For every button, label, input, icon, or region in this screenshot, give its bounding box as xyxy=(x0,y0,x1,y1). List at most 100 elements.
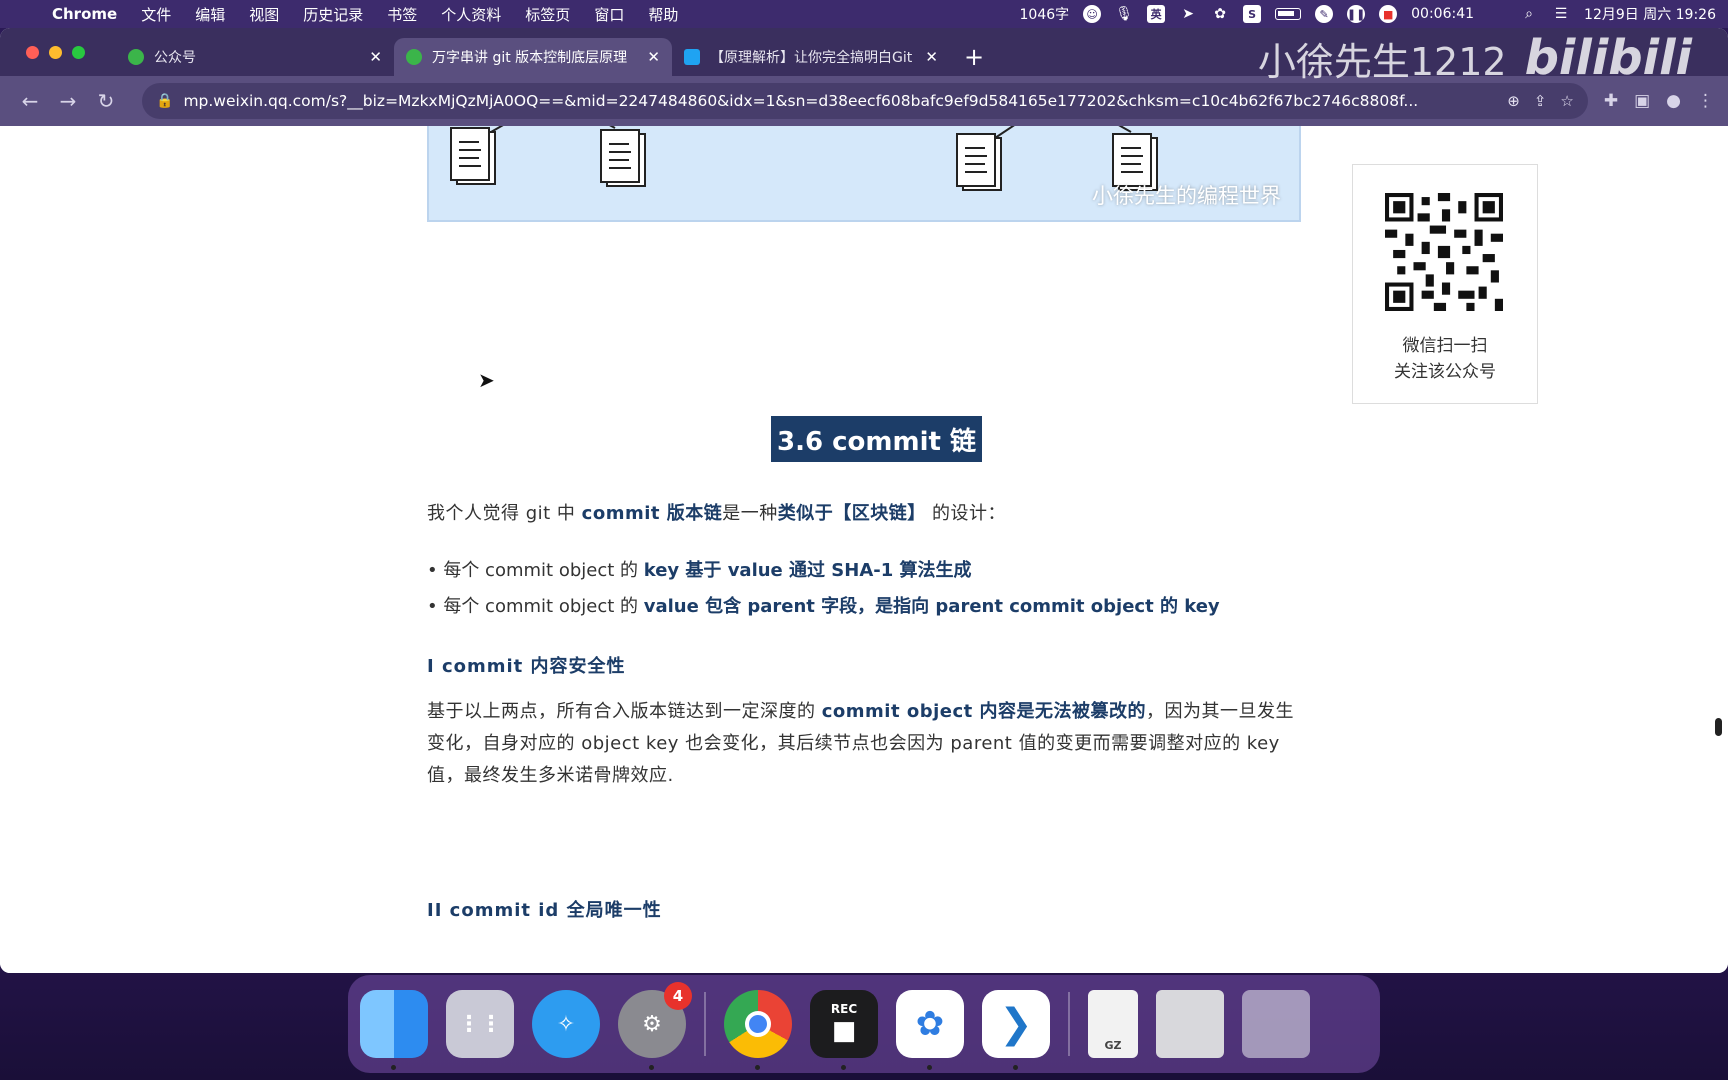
qr-code-card: 微信扫一扫 关注该公众号 xyxy=(1352,164,1538,404)
tab-title: 【原理解析】让你完全搞明白Git xyxy=(710,50,913,66)
bullet1-bold: key 基于 value 通过 SHA-1 算法生成 xyxy=(643,560,972,581)
menu-history[interactable]: 历史记录 xyxy=(303,4,363,25)
video-watermark: 小徐先生1212 bilibili xyxy=(1258,30,1692,86)
extensions-icon[interactable]: ✚ xyxy=(1604,91,1618,111)
wechat-favicon-icon xyxy=(128,49,144,65)
bullet-item-1: • 每个 commit object 的 key 基于 value 通过 SHA… xyxy=(427,556,972,582)
system-settings-icon[interactable]: ⚙ 4 xyxy=(618,982,692,1070)
control-center-icon[interactable]: ☰ xyxy=(1552,5,1570,23)
pen-icon[interactable]: ✎ xyxy=(1315,5,1334,23)
bullet-item-2: • 每个 commit object 的 value 包含 parent 字段，… xyxy=(427,592,1220,618)
send-icon[interactable]: ➤ xyxy=(1179,5,1197,23)
url-text[interactable]: mp.weixin.qq.com/s?__biz=MzkxMjQzMjA0OQ=… xyxy=(183,92,1493,110)
side-panel-icon[interactable]: ▣ xyxy=(1634,91,1650,111)
toolbar-actions: ✚ ▣ ● ⋮ xyxy=(1604,91,1714,111)
subheading-uniqueness: II commit id 全局唯一性 xyxy=(427,900,662,921)
rec-label: REC xyxy=(830,1002,858,1016)
pause-icon[interactable]: ❚❚ xyxy=(1347,5,1365,23)
article-page: 小徐先生的编程世界 微信扫一扫 关注该公众号 ➤ 3.6 commit 链 我个… xyxy=(0,126,1728,973)
zoom-icon[interactable]: ⊕ xyxy=(1507,92,1520,110)
intro-pre: 我个人觉得 git 中 xyxy=(427,503,582,524)
microphone-icon[interactable]: 🎙 xyxy=(1115,5,1133,23)
running-indicator xyxy=(927,1065,932,1070)
vscode-icon[interactable]: ❯ xyxy=(982,990,1050,1070)
clock[interactable]: 12月9日 周六 19:26 xyxy=(1584,4,1716,24)
running-indicator xyxy=(649,1065,654,1070)
share-icon[interactable]: ⇪ xyxy=(1534,92,1547,110)
security-paragraph: 基于以上两点，所有合入版本链达到一定深度的 commit object 内容是无… xyxy=(427,696,1307,792)
wifi-icon[interactable] xyxy=(1488,5,1506,23)
running-indicator xyxy=(841,1065,846,1070)
minimize-window-button[interactable] xyxy=(49,46,62,59)
menu-profiles[interactable]: 个人资料 xyxy=(441,4,501,25)
word-count: 1046字 xyxy=(1019,7,1070,23)
menubar-status-area: 1046字 ☺ 🎙 英 ➤ ✿ S ✎ ❚❚ ■ 00:06:41 ⌕ ☰ 12… xyxy=(1019,4,1716,24)
section-heading: 3.6 commit 链 xyxy=(771,416,982,462)
qr-code-image xyxy=(1385,193,1503,311)
lock-icon[interactable]: 🔒 xyxy=(156,93,173,109)
launchpad-icon[interactable]: ⋮⋮ xyxy=(446,990,514,1058)
close-window-button[interactable] xyxy=(26,46,39,59)
intro-bold-2: 类似于【区块链】 xyxy=(777,503,926,524)
profile-avatar-icon[interactable]: ● xyxy=(1666,91,1681,111)
bookmark-star-icon[interactable]: ☆ xyxy=(1560,92,1573,110)
menu-window[interactable]: 窗口 xyxy=(594,4,624,25)
new-tab-button[interactable]: + xyxy=(964,38,984,76)
tab-gongzhonghao[interactable]: 公众号 ✕ xyxy=(116,38,394,76)
address-bar[interactable]: 🔒 mp.weixin.qq.com/s?__biz=MzkxMjQzMjA0O… xyxy=(142,83,1588,119)
bullet2-bold: value 包含 parent 字段，是指向 parent commit obj… xyxy=(643,596,1220,617)
finder-icon[interactable] xyxy=(360,990,428,1070)
menu-help[interactable]: 帮助 xyxy=(648,4,678,25)
macos-dock: ⋮⋮ ✧ ⚙ 4 REC ■ ✿ ❯ GZ xyxy=(348,975,1380,1073)
close-tab-icon[interactable]: ✕ xyxy=(925,48,938,66)
para2-pre: 基于以上两点，所有合入版本链达到一定深度的 xyxy=(427,701,822,722)
spotlight-search-icon[interactable]: ⌕ xyxy=(1520,5,1538,23)
menu-app-name[interactable]: Chrome xyxy=(52,5,117,23)
intro-mid: 是一种 xyxy=(722,503,778,524)
emoji-icon[interactable]: ☺ xyxy=(1083,5,1102,23)
bilibili-logo: bilibili xyxy=(1524,30,1692,86)
running-indicator xyxy=(391,1065,396,1070)
safari-icon[interactable]: ✧ xyxy=(532,990,600,1058)
menu-view[interactable]: 视图 xyxy=(249,4,279,25)
window-controls xyxy=(26,46,85,59)
cloud-app-icon[interactable]: ✿ xyxy=(1211,5,1229,23)
gz-archive-icon[interactable]: GZ xyxy=(1088,990,1138,1058)
s-app-icon[interactable]: S xyxy=(1243,5,1262,23)
subheading-security: I commit 内容安全性 xyxy=(427,656,626,677)
gz-label: GZ xyxy=(1104,1039,1122,1052)
tab-git-article[interactable]: 万字串讲 git 版本控制底层原理 ✕ xyxy=(394,38,672,76)
menu-file[interactable]: 文件 xyxy=(141,4,171,25)
bullet2-pre: • 每个 commit object 的 xyxy=(427,596,644,617)
menu-bookmarks[interactable]: 书签 xyxy=(387,4,417,25)
qr-caption: 微信扫一扫 关注该公众号 xyxy=(1353,333,1537,385)
dock-separator xyxy=(1068,992,1070,1056)
more-menu-icon[interactable]: ⋮ xyxy=(1697,91,1714,111)
bilibili-favicon-icon xyxy=(684,49,700,65)
tab-title: 公众号 xyxy=(154,50,196,66)
mouse-pointer-icon: ➤ xyxy=(478,368,495,392)
chrome-icon[interactable] xyxy=(724,990,792,1070)
forward-arrow-icon[interactable]: → xyxy=(52,89,84,113)
running-indicator xyxy=(755,1065,760,1070)
screen-recorder-icon[interactable]: REC ■ xyxy=(810,990,878,1070)
menu-tab[interactable]: 标签页 xyxy=(525,4,570,25)
menu-edit[interactable]: 编辑 xyxy=(195,4,225,25)
trash-icon[interactable] xyxy=(1242,990,1310,1058)
close-tab-icon[interactable]: ✕ xyxy=(369,48,382,66)
record-timer: 00:06:41 xyxy=(1411,6,1475,22)
running-indicator xyxy=(1013,1065,1018,1070)
stop-record-icon[interactable]: ■ xyxy=(1379,5,1398,23)
scrollbar-thumb[interactable] xyxy=(1715,718,1722,736)
zoom-window-button[interactable] xyxy=(72,46,85,59)
battery-icon[interactable] xyxy=(1275,8,1302,20)
tab-bilibili-video[interactable]: 【原理解析】让你完全搞明白Git ✕ xyxy=(672,38,950,76)
reload-icon[interactable]: ↻ xyxy=(90,89,122,113)
intro-bold-1: commit 版本链 xyxy=(581,503,723,524)
close-tab-icon[interactable]: ✕ xyxy=(647,48,660,66)
cloud-drive-icon[interactable]: ✿ xyxy=(896,990,964,1070)
downloads-stack-icon[interactable] xyxy=(1156,990,1224,1058)
notification-badge: 4 xyxy=(664,982,692,1010)
back-arrow-icon[interactable]: ← xyxy=(14,89,46,113)
input-method-icon[interactable]: 英 xyxy=(1147,5,1166,23)
